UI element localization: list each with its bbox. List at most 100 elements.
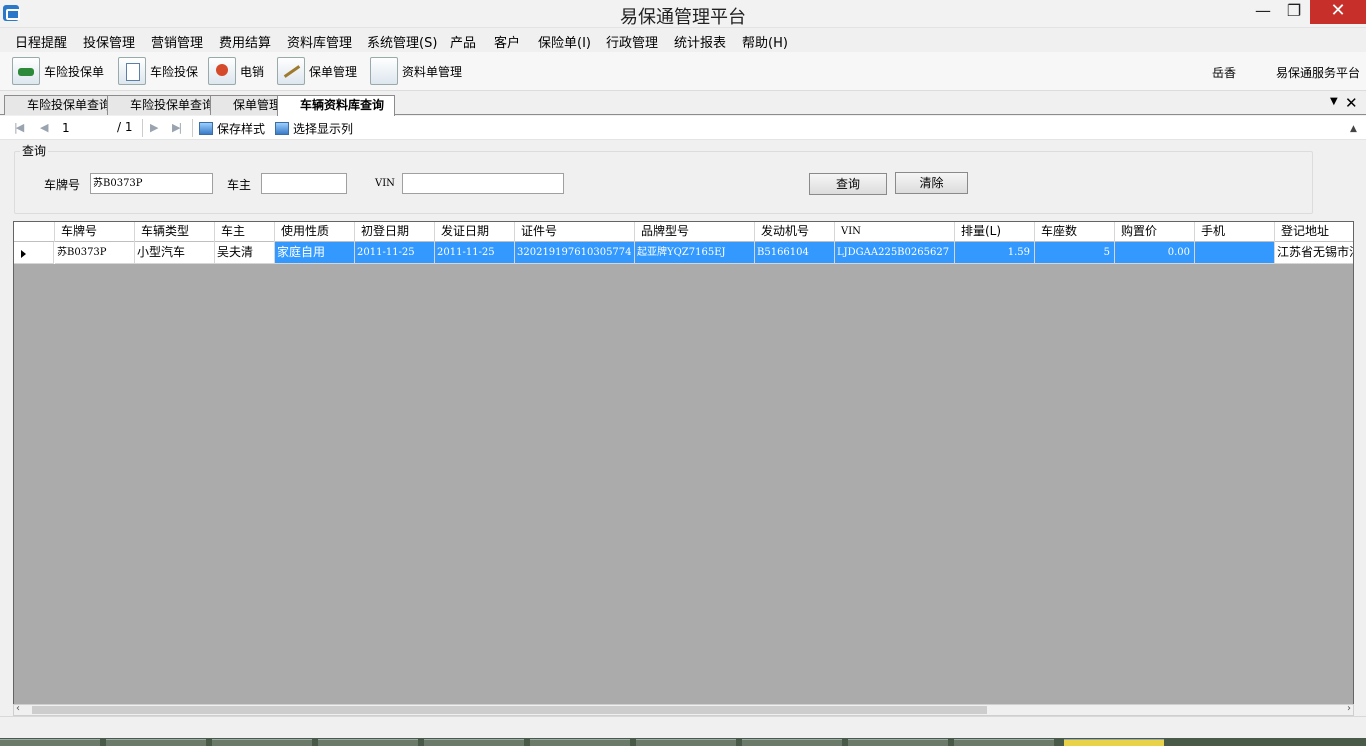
column-header[interactable]: 品牌型号 xyxy=(635,222,755,242)
cell-usage[interactable]: 家庭自用 xyxy=(275,242,355,264)
column-header[interactable]: 车主 xyxy=(215,222,275,242)
column-header[interactable]: 车牌号 xyxy=(55,222,135,242)
close-window-button[interactable]: ✕ xyxy=(1310,0,1366,24)
column-header[interactable]: 购置价 xyxy=(1115,222,1195,242)
menu-customer[interactable]: 客户 xyxy=(494,32,520,51)
menu-policy[interactable]: 保险单(I) xyxy=(538,32,591,51)
scroll-up-icon[interactable]: ▲ xyxy=(1350,124,1357,134)
cell-id-number[interactable]: 320219197610305774 xyxy=(515,242,635,264)
record-navigator: |◀ ◀ 1 / 1 ▶ ▶| 保存样式 选择显示列 xyxy=(0,116,1366,140)
taskbar-item[interactable] xyxy=(212,739,312,746)
menu-bar: 日程提醒 投保管理 营销管理 费用结算 资料库管理 系统管理(S) 产品 客户 … xyxy=(0,28,1366,52)
menu-help[interactable]: 帮助(H) xyxy=(742,32,788,51)
cell-address[interactable]: 江苏省无锡市江 xyxy=(1275,242,1353,264)
current-user: 岳香 xyxy=(1212,66,1237,80)
column-header[interactable]: 发动机号 xyxy=(755,222,835,242)
table-row[interactable]: 苏B0373P 小型汽车 吴夫清 家庭自用 2011-11-25 2011-11… xyxy=(14,242,1353,264)
menu-insurance-management[interactable]: 投保管理 xyxy=(83,32,135,51)
menu-system[interactable]: 系统管理(S) xyxy=(367,32,437,51)
cell-vehicle-type[interactable]: 小型汽车 xyxy=(135,242,215,264)
document-management-button[interactable]: 资料单管理 xyxy=(370,56,462,86)
column-header[interactable]: VIN xyxy=(835,222,955,242)
scroll-right-icon[interactable]: › xyxy=(1347,703,1351,714)
taskbar-item[interactable] xyxy=(0,739,100,746)
cell-mobile[interactable] xyxy=(1195,242,1275,264)
select-columns-button[interactable]: 选择显示列 xyxy=(275,120,353,137)
taskbar-item[interactable] xyxy=(530,739,630,746)
menu-database[interactable]: 资料库管理 xyxy=(287,32,352,51)
taskbar-item[interactable] xyxy=(106,739,206,746)
prev-page-icon[interactable]: ◀ xyxy=(40,121,49,134)
status-bar xyxy=(0,716,1366,738)
tab-car-insurance-query-2[interactable]: 车险投保单查询 xyxy=(107,95,226,115)
title-bar: 易保通管理平台 — ❐ ✕ xyxy=(0,0,1366,28)
tab-vehicle-database-query[interactable]: 车辆资料库查询 xyxy=(277,95,396,116)
page-number-input[interactable]: 1 xyxy=(62,120,112,136)
cell-seats[interactable]: 5 xyxy=(1035,242,1115,264)
minimize-button[interactable]: — xyxy=(1248,0,1278,24)
taskbar-item[interactable] xyxy=(424,739,524,746)
telesales-button[interactable]: 电销 xyxy=(208,56,264,86)
maximize-button[interactable]: ❐ xyxy=(1279,0,1309,24)
cell-engine-number[interactable]: B5166104 xyxy=(755,242,835,264)
cell-vin[interactable]: LJDGAA225B0265627 xyxy=(835,242,955,264)
taskbar-item[interactable] xyxy=(848,739,948,746)
owner-input[interactable] xyxy=(261,173,347,194)
taskbar-item[interactable] xyxy=(636,739,736,746)
scroll-left-icon[interactable]: ‹ xyxy=(16,703,20,714)
query-legend: 查询 xyxy=(20,142,49,159)
cell-plate[interactable]: 苏B0373P xyxy=(55,242,135,264)
column-header[interactable]: 车座数 xyxy=(1035,222,1115,242)
cell-purchase-price[interactable]: 0.00 xyxy=(1115,242,1195,264)
service-platform-link[interactable]: 易保通服务平台 xyxy=(1276,64,1360,81)
menu-reports[interactable]: 统计报表 xyxy=(674,32,726,51)
scrollbar-thumb[interactable] xyxy=(32,706,987,714)
menu-fee-settlement[interactable]: 费用结算 xyxy=(219,32,271,51)
taskbar-item[interactable] xyxy=(954,739,1054,746)
plate-input[interactable]: 苏B0373P xyxy=(90,173,213,194)
policy-management-button[interactable]: 保单管理 xyxy=(277,56,357,86)
policy-management-label: 保单管理 xyxy=(309,64,358,79)
column-header[interactable]: 手机 xyxy=(1195,222,1275,242)
page-total: / 1 xyxy=(117,120,133,134)
column-header[interactable]: 使用性质 xyxy=(275,222,355,242)
cell-brand-model[interactable]: 起亚牌YQZ7165EJ xyxy=(635,242,755,264)
tab-overflow-icon[interactable]: ▼ xyxy=(1330,96,1338,107)
first-page-icon[interactable]: |◀ xyxy=(14,121,24,134)
vin-input[interactable] xyxy=(402,173,564,194)
navigator-separator xyxy=(192,119,193,137)
cell-issue-date[interactable]: 2011-11-25 xyxy=(435,242,515,264)
column-header[interactable]: 发证日期 xyxy=(435,222,515,242)
menu-schedule[interactable]: 日程提醒 xyxy=(15,32,67,51)
save-style-button[interactable]: 保存样式 xyxy=(199,120,265,137)
cell-displacement[interactable]: 1.59 xyxy=(955,242,1035,264)
car-insurance-button[interactable]: 车险投保 xyxy=(118,56,198,86)
taskbar-item[interactable] xyxy=(318,739,418,746)
taskbar-item[interactable] xyxy=(742,739,842,746)
column-header[interactable]: 排量(L) xyxy=(955,222,1035,242)
column-header[interactable]: 证件号 xyxy=(515,222,635,242)
clear-button[interactable]: 清除 xyxy=(895,172,968,194)
menu-administration[interactable]: 行政管理 xyxy=(606,32,658,51)
cell-first-register-date[interactable]: 2011-11-25 xyxy=(355,242,435,264)
phone-contact-icon xyxy=(208,57,236,85)
document-icon xyxy=(118,57,146,85)
vehicle-grid[interactable]: 车牌号 车辆类型 车主 使用性质 初登日期 发证日期 证件号 品牌型号 发动机号… xyxy=(13,221,1354,716)
car-insurance-form-button[interactable]: 车险投保单 xyxy=(12,56,104,86)
horizontal-scrollbar[interactable]: ‹ › xyxy=(13,703,1354,716)
menu-product[interactable]: 产品 xyxy=(450,32,476,51)
row-indicator-icon[interactable] xyxy=(14,242,54,264)
tab-close-icon[interactable]: ✕ xyxy=(1345,94,1358,112)
cell-owner[interactable]: 吴夫清 xyxy=(215,242,275,264)
document-management-label: 资料单管理 xyxy=(402,64,463,79)
column-header[interactable]: 登记地址 xyxy=(1275,222,1353,242)
image-icon xyxy=(199,122,213,135)
column-header[interactable]: 初登日期 xyxy=(355,222,435,242)
next-page-icon[interactable]: ▶ xyxy=(150,121,159,134)
last-page-icon[interactable]: ▶| xyxy=(172,121,182,134)
tab-car-insurance-query-1[interactable]: 车险投保单查询 xyxy=(4,95,123,115)
column-header[interactable]: 车辆类型 xyxy=(135,222,215,242)
search-button[interactable]: 查询 xyxy=(809,173,887,195)
taskbar-item[interactable] xyxy=(1064,739,1164,746)
menu-marketing[interactable]: 营销管理 xyxy=(151,32,203,51)
